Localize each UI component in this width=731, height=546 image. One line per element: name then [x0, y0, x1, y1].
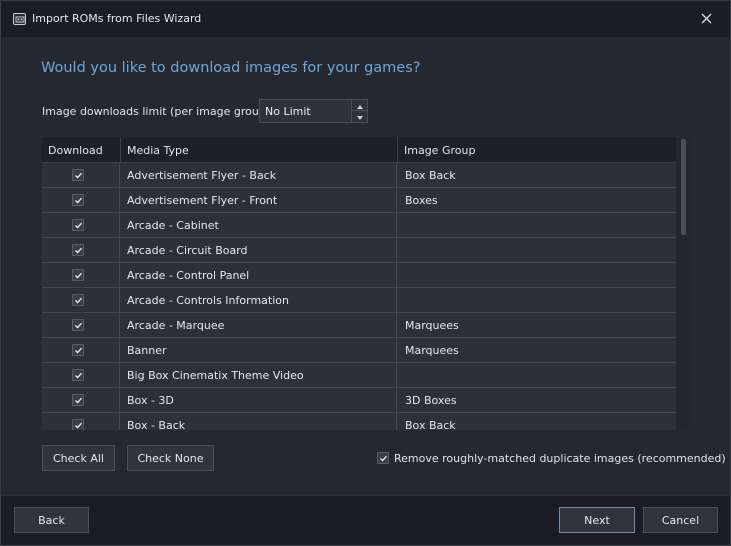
column-header-media-type[interactable]: Media Type	[127, 144, 189, 157]
column-header-download[interactable]: Download	[48, 144, 103, 157]
download-cell	[42, 388, 120, 412]
image-group-cell[interactable]: Marquees	[398, 313, 676, 337]
caret-down-icon	[356, 110, 363, 123]
download-cell	[42, 363, 120, 387]
image-group-cell[interactable]	[398, 288, 676, 312]
media-type-cell: Advertisement Flyer - Front	[121, 188, 397, 212]
download-cell	[42, 238, 120, 262]
media-type-cell: Arcade - Controls Information	[121, 288, 397, 312]
table-header: Download Media Type Image Group	[42, 137, 676, 163]
table-scrollbar[interactable]	[676, 137, 690, 430]
limit-label: Image downloads limit (per image group):	[42, 105, 274, 118]
image-group-cell[interactable]: Boxes	[398, 188, 676, 212]
spin-buttons	[351, 100, 367, 122]
download-cell	[42, 413, 120, 430]
media-type-cell: Arcade - Control Panel	[121, 263, 397, 287]
image-group-cell[interactable]: Marquees	[398, 338, 676, 362]
close-icon	[701, 13, 712, 27]
image-group-cell[interactable]	[398, 213, 676, 237]
download-checkbox[interactable]	[72, 319, 84, 331]
download-cell	[42, 263, 120, 287]
table-row[interactable]: Arcade - Controls Information	[42, 288, 676, 313]
media-type-cell: Arcade - Cabinet	[121, 213, 397, 237]
window-title: Import ROMs from Files Wizard	[32, 12, 202, 25]
media-type-cell: Arcade - Circuit Board	[121, 238, 397, 262]
page-heading: Would you like to download images for yo…	[41, 60, 421, 76]
title-bar: Import ROMs from Files Wizard	[1, 1, 730, 37]
back-button[interactable]: Back	[14, 507, 89, 533]
remove-duplicates-label[interactable]: Remove roughly-matched duplicate images …	[394, 452, 726, 465]
table-row[interactable]: Advertisement Flyer - Front Boxes	[42, 188, 676, 213]
download-cell	[42, 288, 120, 312]
next-button[interactable]: Next	[559, 507, 635, 533]
wizard-footer: Back Next Cancel	[1, 495, 730, 545]
wizard-app-icon	[13, 13, 26, 25]
table-row[interactable]: Arcade - Control Panel	[42, 263, 676, 288]
table-row[interactable]: Arcade - Cabinet	[42, 213, 676, 238]
download-cell	[42, 313, 120, 337]
download-cell	[42, 188, 120, 212]
table-row[interactable]: Box - Back Box Back	[42, 413, 676, 430]
image-group-cell[interactable]: Box Back	[398, 413, 676, 430]
download-checkbox[interactable]	[72, 194, 84, 206]
download-checkbox[interactable]	[72, 269, 84, 281]
download-checkbox[interactable]	[72, 244, 84, 256]
table-row[interactable]: Arcade - Circuit Board	[42, 238, 676, 263]
table-row[interactable]: Big Box Cinematix Theme Video	[42, 363, 676, 388]
image-limit-spinbox[interactable]: No Limit	[259, 99, 368, 123]
download-checkbox[interactable]	[72, 344, 84, 356]
wizard-window: Import ROMs from Files Wizard Would you …	[0, 0, 731, 546]
table-row[interactable]: Banner Marquees	[42, 338, 676, 363]
table-body: Advertisement Flyer - Back Box Back Adve…	[42, 163, 676, 430]
media-type-cell: Arcade - Marquee	[121, 313, 397, 337]
image-group-cell[interactable]: 3D Boxes	[398, 388, 676, 412]
table-row[interactable]: Advertisement Flyer - Back Box Back	[42, 163, 676, 188]
image-group-cell[interactable]: Box Back	[398, 163, 676, 187]
check-all-button[interactable]: Check All	[42, 445, 115, 471]
table-row[interactable]: Arcade - Marquee Marquees	[42, 313, 676, 338]
download-checkbox[interactable]	[72, 369, 84, 381]
image-group-cell[interactable]	[398, 238, 676, 262]
cancel-button[interactable]: Cancel	[643, 507, 718, 533]
close-button[interactable]	[695, 9, 717, 31]
media-type-cell: Advertisement Flyer - Back	[121, 163, 397, 187]
image-group-cell[interactable]	[398, 363, 676, 387]
spin-down-button[interactable]	[352, 111, 367, 122]
column-separator	[120, 137, 121, 163]
column-header-image-group[interactable]: Image Group	[404, 144, 475, 157]
column-separator	[397, 137, 398, 163]
wizard-content: Would you like to download images for yo…	[1, 37, 730, 495]
scrollbar-thumb[interactable]	[681, 139, 686, 235]
media-type-cell: Banner	[121, 338, 397, 362]
download-checkbox[interactable]	[72, 169, 84, 181]
image-limit-value: No Limit	[265, 105, 311, 118]
media-type-cell: Box - Back	[121, 413, 397, 430]
download-cell	[42, 163, 120, 187]
media-type-table: Download Media Type Image Group Advertis…	[42, 137, 690, 430]
image-group-cell[interactable]	[398, 263, 676, 287]
download-checkbox[interactable]	[72, 419, 84, 430]
media-type-cell: Box - 3D	[121, 388, 397, 412]
download-checkbox[interactable]	[72, 294, 84, 306]
download-checkbox[interactable]	[72, 394, 84, 406]
check-none-button[interactable]: Check None	[127, 445, 214, 471]
download-cell	[42, 338, 120, 362]
download-cell	[42, 213, 120, 237]
table-row[interactable]: Box - 3D 3D Boxes	[42, 388, 676, 413]
remove-duplicates-checkbox[interactable]	[377, 452, 389, 464]
media-type-cell: Big Box Cinematix Theme Video	[121, 363, 397, 387]
download-checkbox[interactable]	[72, 219, 84, 231]
